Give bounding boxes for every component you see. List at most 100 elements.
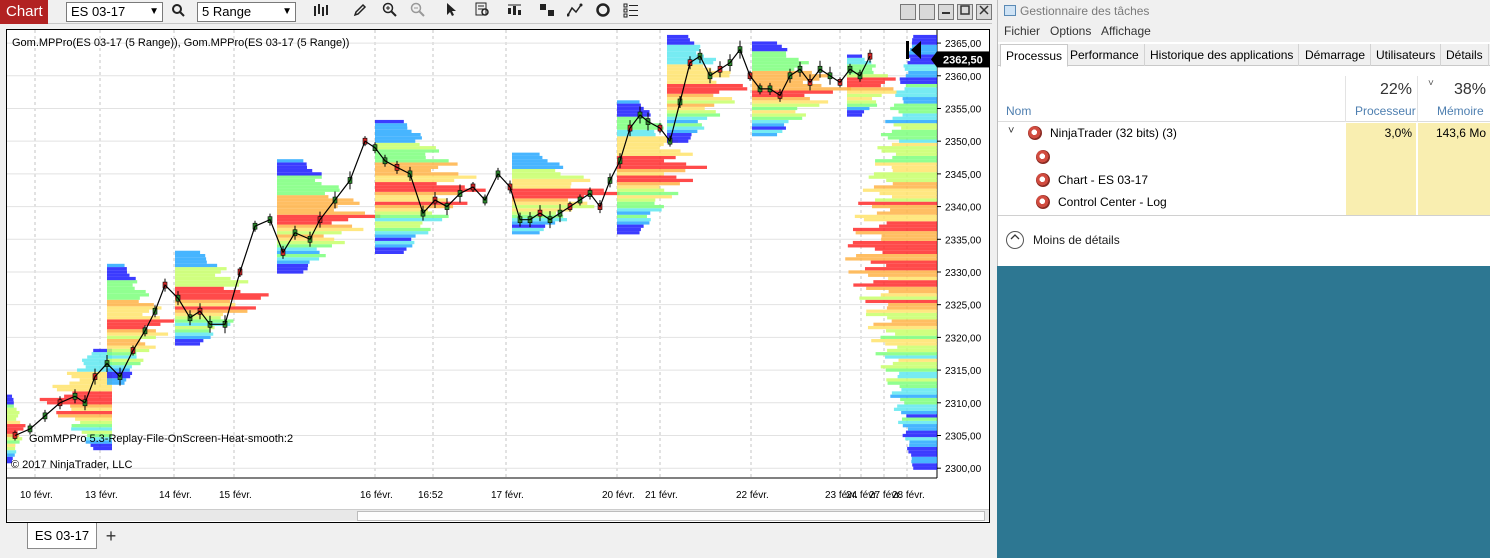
profile-bar (667, 106, 705, 111)
profile-bar (894, 103, 937, 107)
template-icon[interactable] (537, 2, 557, 22)
scroll-to-end-icon[interactable] (905, 40, 923, 66)
profile-bar (107, 325, 145, 330)
profile-bar (902, 113, 937, 117)
less-details-link[interactable]: Moins de détails (1033, 233, 1120, 247)
data-box-icon[interactable] (472, 2, 492, 22)
profile-bar (617, 168, 686, 173)
menu-file[interactable]: Fichier (1004, 24, 1040, 38)
profile-bar (887, 381, 937, 385)
profile-bar (277, 227, 364, 232)
profile-bar (277, 244, 332, 248)
profile-bar (852, 240, 937, 245)
profile-bar (175, 254, 206, 258)
child-name: Control Center - Log (1058, 195, 1167, 209)
menu-options[interactable]: Options (1050, 24, 1091, 38)
scrollbar-thumb[interactable] (357, 511, 985, 521)
profile-bar (899, 371, 937, 375)
maximize-button[interactable] (957, 4, 973, 20)
x-tick-label: 17 févr. (491, 490, 524, 501)
instrument-selector[interactable]: ES 03-17 ▼ (66, 2, 163, 22)
zoom-out-icon[interactable] (407, 2, 427, 22)
profile-bar (277, 211, 365, 215)
tab-es-03-17[interactable]: ES 03-17 (27, 523, 97, 549)
column-name[interactable]: Nom (1006, 104, 1031, 118)
profile-bar (898, 358, 937, 362)
zoom-in-icon[interactable] (379, 2, 399, 22)
profile-bar (375, 129, 412, 134)
search-icon[interactable] (168, 2, 188, 22)
profile-bar (667, 83, 743, 88)
x-tick-label: 16:52 (418, 490, 443, 501)
task-manager-title: Gestionnaire des tâches (998, 0, 1490, 22)
profile-bar (107, 267, 127, 271)
profile-bar (175, 306, 256, 310)
profile-bar (897, 404, 937, 408)
x-tick-label: 13 févr. (85, 490, 118, 501)
profile-bar (375, 214, 449, 219)
profile-bar (175, 250, 201, 254)
profile-bar (908, 450, 937, 454)
profile-bar (375, 126, 408, 130)
minimize-button[interactable] (938, 4, 954, 20)
snap-left-button[interactable] (900, 4, 916, 20)
profile-bar (886, 263, 937, 268)
tab-startup[interactable]: Démarrage (1300, 44, 1372, 66)
profile-bar (752, 116, 803, 120)
chart-panel[interactable]: 10 févr. 13 févr. 14 févr. 15 févr. 16 févr.… (6, 29, 990, 523)
profile-bar (107, 361, 141, 366)
profile-bar (107, 348, 150, 353)
profile-bar (862, 188, 937, 192)
profile-bar (873, 280, 937, 284)
profile-bar (847, 100, 877, 104)
profile-bar (752, 64, 801, 68)
profile-bar (905, 74, 937, 78)
memory-total: 38% (1453, 81, 1486, 98)
profile-bar (7, 453, 15, 457)
y-tick-label: 2340,00 (945, 203, 982, 214)
menu-view[interactable]: Affichage (1101, 24, 1151, 38)
horizontal-scrollbar[interactable] (7, 509, 989, 521)
profile-bar (512, 198, 569, 202)
collapse-chevron-icon[interactable]: ˅ (1008, 125, 1014, 137)
column-cpu[interactable]: Processeur (1355, 104, 1416, 118)
profile-bar (375, 218, 443, 222)
pointer-icon[interactable] (441, 2, 461, 22)
column-memory[interactable]: Mémoire (1437, 104, 1484, 118)
tab-processes[interactable]: Processus (1000, 44, 1069, 67)
strategy-icon[interactable] (565, 2, 585, 22)
profile-bar (667, 64, 704, 68)
bar-style-icon[interactable] (311, 2, 331, 22)
profile-bar (617, 172, 664, 176)
snap-right-button[interactable] (919, 4, 935, 20)
profile-bar (667, 47, 700, 52)
tab-details[interactable]: Détails (1441, 44, 1489, 66)
profile-bar (891, 129, 937, 134)
profile-bar (876, 211, 937, 215)
profile-bar (901, 410, 937, 415)
profile-bar (752, 113, 806, 117)
column-divider (1345, 76, 1346, 122)
properties-icon[interactable] (621, 2, 641, 22)
chevron-up-icon[interactable] (1006, 231, 1024, 249)
tab-performance[interactable]: Performance (1065, 44, 1145, 66)
task-manager-footer: Moins de détails (998, 215, 1490, 266)
add-tab-button[interactable]: + (100, 525, 122, 547)
profile-bar (7, 417, 17, 421)
profile-bar (886, 306, 937, 310)
draw-pencil-icon[interactable] (350, 2, 370, 22)
close-button[interactable] (976, 4, 992, 20)
bar-type-selector[interactable]: 5 Range ▼ (197, 2, 296, 22)
profile-bar (71, 424, 112, 428)
cpu-total: 22% (1379, 81, 1412, 98)
profile-bar (667, 41, 695, 45)
profile-bar (847, 77, 896, 81)
tab-app-history[interactable]: Historique des applications (1145, 44, 1300, 66)
tab-users[interactable]: Utilisateurs (1371, 44, 1442, 66)
menu-bar: Fichier Options Affichage (998, 22, 1490, 42)
profile-bar (512, 195, 584, 199)
refresh-icon[interactable] (593, 2, 613, 22)
profile-bar (847, 113, 863, 117)
profile-bar (277, 162, 307, 166)
bar-spacing-icon[interactable] (505, 2, 525, 22)
